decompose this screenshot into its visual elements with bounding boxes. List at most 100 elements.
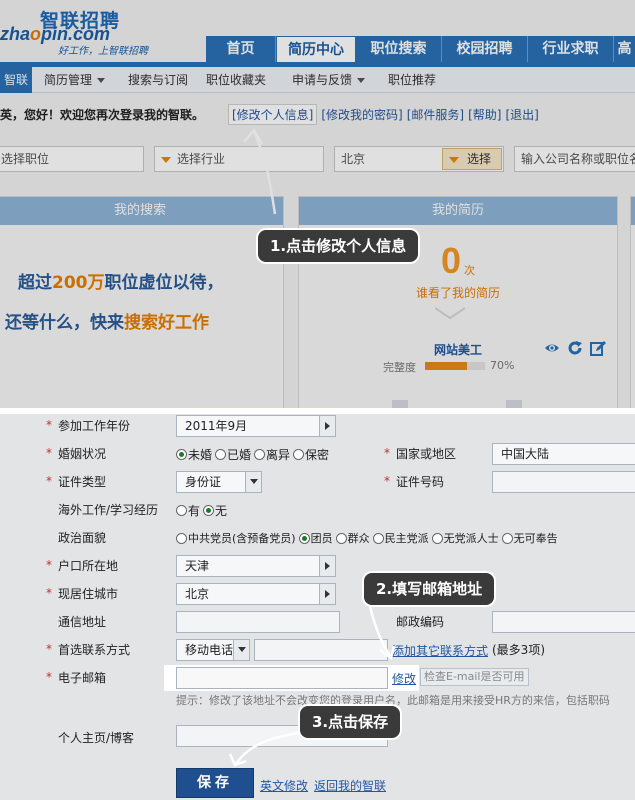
completeness-bar xyxy=(425,362,485,370)
change-password-link[interactable]: [修改我的密码] xyxy=(321,106,402,123)
marital-radio-group: 未婚 已婚 离异 保密 xyxy=(176,445,332,463)
my-resume-panel: 我的简历 xyxy=(298,196,618,408)
politics-label: 政治面貌 xyxy=(58,531,107,545)
triangle-down-icon xyxy=(449,156,459,163)
politics-option-masses[interactable]: 群众 xyxy=(335,530,370,546)
homepage-label: 个人主页/博客 xyxy=(58,731,135,745)
zip-input[interactable] xyxy=(492,611,635,633)
city-label: 现居住城市 xyxy=(58,587,119,601)
politics-option-nonparty[interactable]: 无党派人士 xyxy=(431,530,499,546)
position-select[interactable]: 选择职位 xyxy=(0,146,144,172)
id-number-label: 证件号码 xyxy=(396,475,445,489)
overseas-option-yes[interactable]: 有 xyxy=(176,502,200,519)
main-nav-tab[interactable]: 简历中心 xyxy=(276,36,356,62)
pager-right[interactable] xyxy=(506,400,522,408)
edit-icon[interactable] xyxy=(590,340,606,356)
required-star: * xyxy=(46,446,52,460)
marital-option-divorced[interactable]: 离异 xyxy=(254,446,290,463)
main-nav-tab[interactable]: 职位搜索 xyxy=(356,36,442,62)
hukou-label: 户口所在地 xyxy=(58,559,119,573)
refresh-icon[interactable] xyxy=(567,340,583,356)
marital-option-married[interactable]: 已婚 xyxy=(215,446,251,463)
overseas-option-no[interactable]: 无 xyxy=(203,502,227,519)
add-contact-note: (最多3项) xyxy=(492,643,545,657)
required-star: * xyxy=(46,558,52,572)
my-search-panel: 我的搜索 xyxy=(0,196,284,408)
required-star: * xyxy=(384,446,390,460)
eye-icon[interactable] xyxy=(544,340,560,356)
completeness-label: 完整度 xyxy=(383,361,416,374)
contact-label: 首选联系方式 xyxy=(58,643,131,657)
help-link[interactable]: [帮助] xyxy=(468,106,501,123)
check-email-button[interactable]: 检查E-mail是否可用 xyxy=(420,668,529,686)
required-star: * xyxy=(46,642,52,656)
subnav-item-search[interactable]: 搜索与订阅 xyxy=(128,67,188,93)
chevron-right-icon xyxy=(319,416,335,436)
politics-option-league[interactable]: 团员 xyxy=(298,530,333,546)
my-resume-title: 我的简历 xyxy=(299,197,617,225)
subnav-item-home[interactable]: 智联 xyxy=(0,67,33,93)
email-modify-link[interactable]: 修改 xyxy=(392,670,416,687)
mail-service-link[interactable]: [邮件服务] xyxy=(407,106,464,123)
hukou-select[interactable]: 天津 xyxy=(176,555,336,577)
required-star: * xyxy=(46,418,52,432)
subnav-item-favorites[interactable]: 职位收藏夹 xyxy=(206,67,266,93)
id-number-input[interactable] xyxy=(492,471,635,493)
main-nav-tab[interactable]: 首页 xyxy=(206,36,276,62)
completeness-bar-fill xyxy=(425,362,467,370)
work-year-label: 参加工作年份 xyxy=(58,419,131,433)
politics-option-democratic[interactable]: 民主党派 xyxy=(372,530,429,546)
contact-select[interactable]: 移动电话 xyxy=(176,639,250,661)
marital-label: 婚姻状况 xyxy=(58,447,107,461)
company-search-input[interactable]: 输入公司名称或职位名 xyxy=(514,146,635,172)
politics-radio-group: 中共党员(含预备党员) 团员 群众 民主党派 无党派人士 无可奉告 xyxy=(176,529,561,547)
callout-step-3: 3.点击保存 xyxy=(300,706,401,738)
main-nav-tab[interactable]: 高 xyxy=(614,36,635,62)
politics-option-nocomment[interactable]: 无可奉告 xyxy=(501,530,558,546)
add-contact-link[interactable]: 添加其它联系方式 xyxy=(392,642,488,659)
politics-option-party[interactable]: 中共党员(含预备党员) xyxy=(176,530,296,546)
overseas-radio-group: 有 无 xyxy=(176,501,230,519)
resume-name-link[interactable]: 网站美工 xyxy=(434,341,482,358)
main-nav-tab[interactable]: 行业求职 xyxy=(528,36,614,62)
who-viewed-link[interactable]: 谁看了我的简历 xyxy=(416,284,500,301)
zhaopin-logo[interactable]: 智联招聘 zhaopin.com 好工作，上智联招聘 xyxy=(0,4,200,60)
view-count: 0 xyxy=(441,240,462,281)
address-input[interactable] xyxy=(176,611,340,633)
chevron-down-icon xyxy=(97,78,106,83)
annotation-arrow-1 xyxy=(243,127,277,215)
city-select[interactable]: 北京 xyxy=(176,583,336,605)
top-screenshot: 智联招聘 zhaopin.com 好工作，上智联招聘 首页 简历中心 职位搜索 校园招… xyxy=(0,0,635,408)
subnav-item-resume-mgmt[interactable]: 简历管理 xyxy=(44,67,106,93)
zip-label: 邮政编码 xyxy=(396,615,445,629)
chevron-down-icon xyxy=(233,640,249,660)
email-hint: 提示：修改了该地址不会改变您的登录用户名，此邮箱是用来接受HR方的来信，包括职码 xyxy=(176,694,610,707)
english-modify-link[interactable]: 英文修改 xyxy=(260,777,308,794)
chevron-down-icon xyxy=(245,472,261,492)
welcome-links: [修改个人信息] [修改我的密码] [邮件服务] [帮助] [退出] xyxy=(228,103,543,125)
chevron-right-icon xyxy=(319,584,335,604)
personal-info-form: * 参加工作年份 2011年9月 * 婚姻状况 未婚 已婚 离异 保密 * 国家… xyxy=(0,414,635,800)
save-button[interactable]: 保存 xyxy=(176,768,254,798)
main-nav-tab[interactable]: 校园招聘 xyxy=(442,36,528,62)
required-star: * xyxy=(384,474,390,488)
subnav-item-recommend[interactable]: 职位推荐 xyxy=(388,67,436,93)
back-home-link[interactable]: 返回我的智联 xyxy=(314,777,386,794)
email-label: 电子邮箱 xyxy=(58,671,107,685)
address-label: 通信地址 xyxy=(58,615,107,629)
welcome-text: 英，您好！欢迎您再次登录我的智联。 xyxy=(0,108,205,122)
required-star: * xyxy=(46,670,52,684)
city-select-button[interactable]: 选择 xyxy=(442,148,502,170)
country-select[interactable]: 中国大陆 xyxy=(492,443,635,465)
completeness-percent: 70% xyxy=(490,359,515,372)
marital-option-single[interactable]: 未婚 xyxy=(176,446,212,463)
id-type-select[interactable]: 身份证 xyxy=(176,471,262,493)
annotation-arrow-3 xyxy=(228,730,305,767)
work-year-select[interactable]: 2011年9月 xyxy=(176,415,336,437)
logout-link[interactable]: [退出] xyxy=(506,106,539,123)
email-input[interactable] xyxy=(176,667,388,689)
overseas-label: 海外工作/学习经历 xyxy=(58,503,159,517)
pager-left[interactable] xyxy=(392,400,408,408)
marital-option-private[interactable]: 保密 xyxy=(293,446,329,463)
subnav-item-feedback[interactable]: 申请与反馈 xyxy=(292,67,366,93)
